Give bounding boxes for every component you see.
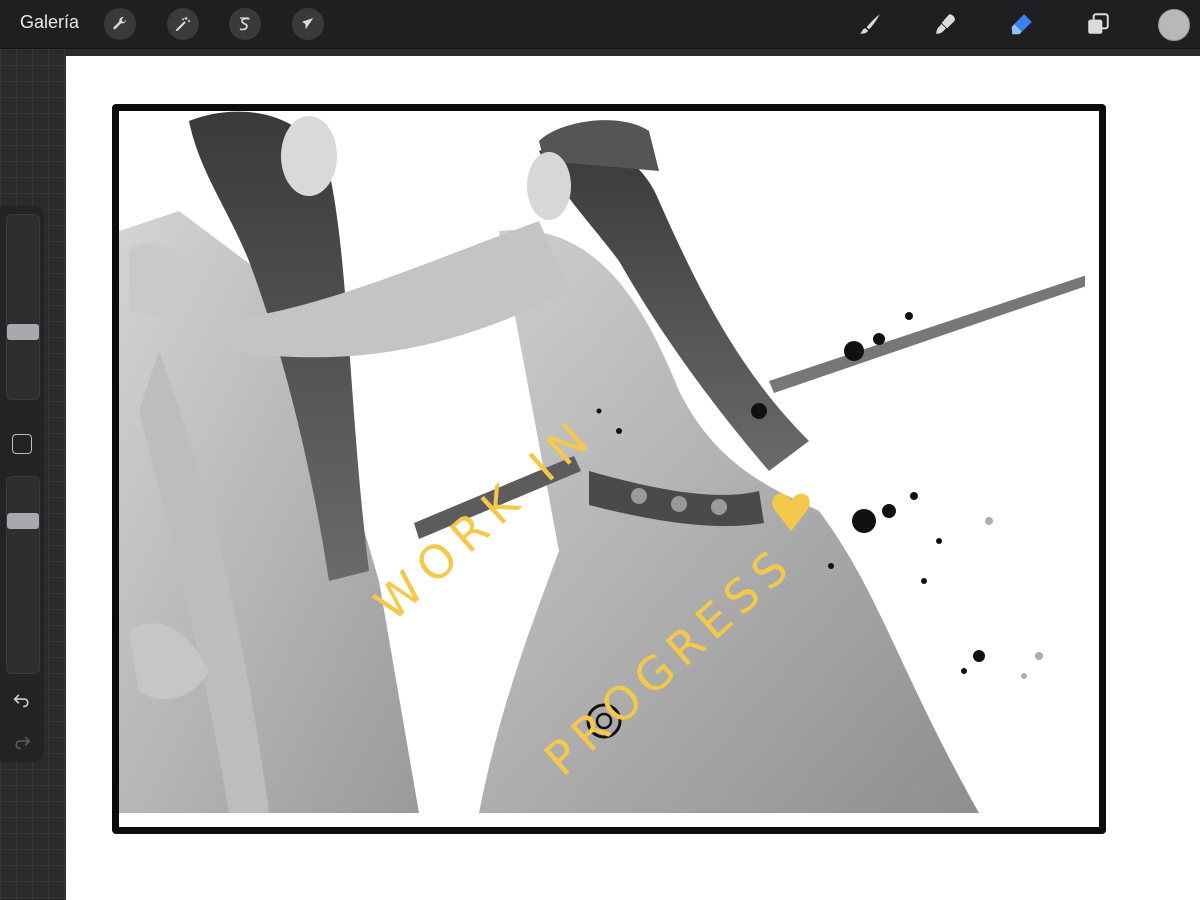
brush-icon[interactable] <box>856 10 884 38</box>
layers-icon[interactable] <box>1084 10 1112 38</box>
gallery-button[interactable]: Galería <box>20 12 79 33</box>
color-picker-swatch[interactable] <box>1158 9 1190 41</box>
arrow-cursor-icon[interactable] <box>292 8 324 40</box>
magic-wand-icon[interactable] <box>167 8 199 40</box>
selection-s-icon[interactable] <box>229 8 261 40</box>
redo-icon[interactable] <box>10 730 34 754</box>
artwork-frame[interactable]: WORK IN PROGRESS <box>112 104 1106 834</box>
modify-button[interactable] <box>12 434 32 454</box>
wrench-icon[interactable] <box>104 8 136 40</box>
opacity-thumb[interactable] <box>7 513 39 529</box>
eraser-icon[interactable] <box>1008 10 1036 38</box>
opacity-slider[interactable] <box>6 476 40 674</box>
smudge-icon[interactable] <box>932 10 960 38</box>
sidebar <box>0 206 44 762</box>
brush-size-thumb[interactable] <box>7 324 39 340</box>
top-toolbar: Galería <box>0 0 1200 49</box>
brush-size-slider[interactable] <box>6 214 40 400</box>
undo-icon[interactable] <box>10 688 34 712</box>
